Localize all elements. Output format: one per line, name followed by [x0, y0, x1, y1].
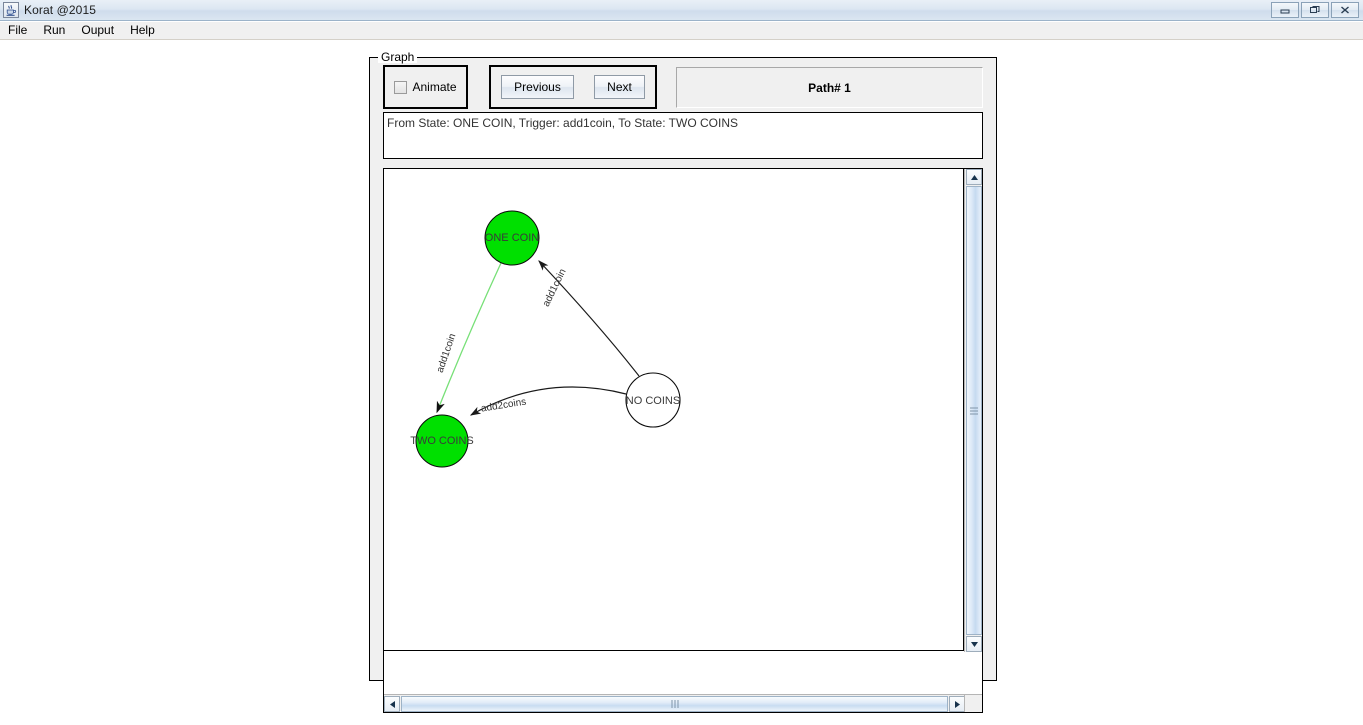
path-display-panel: Path# 1 — [676, 67, 983, 108]
menu-item-run[interactable]: Run — [35, 22, 73, 39]
scroll-right-arrow-icon[interactable] — [949, 696, 965, 712]
state-diagram-svg: add1coin add1coin add2coins ONE COIN TWO… — [410, 210, 681, 468]
graph-toolbar: Animate Previous Next Path# 1 — [383, 65, 983, 111]
menu-item-help[interactable]: Help — [122, 22, 163, 39]
window-title: Korat @2015 — [24, 3, 96, 17]
animate-label: Animate — [412, 80, 457, 94]
state-node-label-two-coins: TWO COINS — [410, 435, 474, 447]
window-titlebar: Korat @2015 — [0, 0, 1363, 21]
graph-scrollpane: add1coin add1coin add2coins ONE COIN TWO… — [383, 168, 983, 713]
maximize-button[interactable] — [1301, 2, 1329, 18]
path-number-label: Path# 1 — [808, 80, 851, 95]
horizontal-scroll-grip-icon — [671, 700, 678, 708]
transition-text-area[interactable]: From State: ONE COIN, Trigger: add1coin,… — [383, 112, 983, 159]
state-node-two-coins[interactable]: TWO COINS — [410, 414, 474, 468]
state-node-no-coins[interactable]: NO COINS — [625, 372, 681, 428]
scroll-down-arrow-icon[interactable] — [966, 636, 982, 652]
animate-checkbox-container[interactable]: Animate — [383, 65, 468, 109]
close-button[interactable] — [1331, 2, 1359, 18]
menu-item-ouput[interactable]: Ouput — [73, 22, 122, 39]
edge-no-coins-to-two-coins: add2coins — [469, 386, 627, 416]
edge-one-coin-to-two-coins: add1coin — [435, 262, 502, 414]
horizontal-scrollbar-thumb[interactable] — [401, 696, 948, 712]
minimize-button[interactable] — [1271, 2, 1299, 18]
previous-button[interactable]: Previous — [501, 75, 574, 99]
menubar: File Run Ouput Help — [0, 22, 1363, 40]
state-node-one-coin[interactable]: ONE COIN — [484, 210, 540, 266]
graph-canvas[interactable]: add1coin add1coin add2coins ONE COIN TWO… — [384, 169, 964, 651]
transition-text: From State: ONE COIN, Trigger: add1coin,… — [387, 116, 739, 130]
edge-no-coins-to-one-coin: add1coin — [538, 260, 640, 377]
graph-group-title: Graph — [378, 51, 418, 63]
state-node-label-one-coin: ONE COIN — [485, 232, 539, 244]
scroll-left-arrow-icon[interactable] — [384, 696, 400, 712]
scroll-up-arrow-icon[interactable] — [966, 169, 982, 185]
horizontal-scrollbar[interactable] — [384, 694, 965, 712]
next-button[interactable]: Next — [594, 75, 645, 99]
menu-item-file[interactable]: File — [0, 22, 35, 39]
vertical-scrollbar[interactable] — [964, 169, 982, 652]
scrollbar-corner — [964, 694, 982, 712]
navigation-buttons-container: Previous Next — [489, 65, 657, 109]
main-content: Graph Animate Previous Next Path# 1 From… — [0, 41, 1363, 725]
state-node-label-no-coins: NO COINS — [626, 395, 680, 407]
window-controls — [1271, 2, 1359, 18]
edge-label-add2coins: add2coins — [480, 397, 527, 415]
vertical-scroll-grip-icon — [970, 407, 978, 414]
vertical-scrollbar-thumb[interactable] — [966, 186, 982, 635]
animate-checkbox[interactable] — [394, 80, 408, 94]
java-coffee-cup-icon — [3, 2, 19, 18]
